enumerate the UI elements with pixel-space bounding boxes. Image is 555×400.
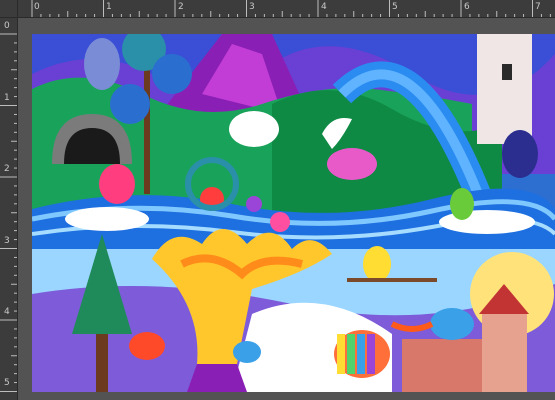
vruler-label-1: 1 [4, 93, 10, 103]
winged-goat [229, 111, 279, 147]
ruler-label-6: 6 [464, 2, 470, 12]
vruler-label-0: 0 [4, 21, 10, 31]
document-canvas[interactable] [32, 34, 555, 392]
vertical-ruler-ticks [0, 33, 17, 392]
ruler-label-5: 5 [392, 2, 398, 12]
horizontal-ruler-ticks [31, 0, 551, 17]
blue-bird [233, 341, 261, 363]
ruler-label-3: 3 [249, 2, 255, 12]
flower [270, 212, 290, 232]
cloud [65, 207, 149, 231]
vruler-label-2: 2 [4, 164, 10, 174]
ruler-label-0: 0 [34, 2, 40, 12]
castle-tower [477, 34, 532, 144]
ruler-label-2: 2 [178, 2, 184, 12]
artwork-illustration [32, 34, 555, 392]
yellow-cat-on-broom [363, 246, 391, 282]
blue-dragon [430, 308, 474, 340]
unicorn-dog [99, 164, 135, 204]
red-bird [129, 332, 165, 360]
image-editor-window: 0 1 2 3 4 5 6 7 0 1 2 3 4 5 [0, 0, 555, 400]
green-bird [450, 188, 474, 220]
horizontal-ruler[interactable]: 0 1 2 3 4 5 6 7 [18, 0, 555, 18]
ruler-label-7: 7 [535, 2, 541, 12]
winged-pig [327, 148, 377, 180]
ruler-origin-corner[interactable] [0, 0, 18, 18]
unicorn-giraffe [84, 38, 120, 90]
ruler-label-4: 4 [321, 2, 327, 12]
vruler-label-4: 4 [4, 307, 10, 317]
purple-unicorn [502, 130, 538, 178]
ruler-label-1: 1 [106, 2, 112, 12]
vruler-label-5: 5 [4, 378, 10, 388]
vertical-ruler[interactable]: 0 1 2 3 4 5 [0, 18, 18, 400]
vruler-label-3: 3 [4, 236, 10, 246]
